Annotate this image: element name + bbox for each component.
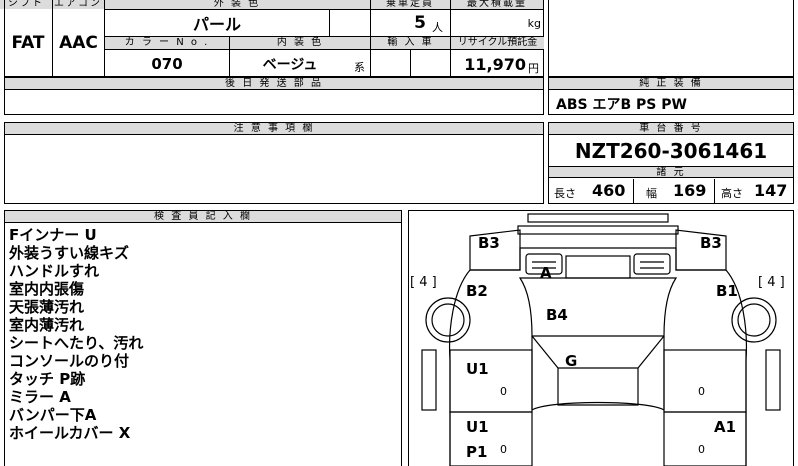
- tire-left-inner: [431, 303, 465, 337]
- shift-value: FAT: [11, 33, 45, 53]
- length-label: 長さ: [554, 187, 576, 200]
- recycle-header: リサイクル預託金: [451, 37, 544, 49]
- mark-b3-right: B3: [700, 234, 722, 252]
- interior-color-value: ベージュ: [262, 56, 318, 73]
- inspector-note: コンソールのり付: [9, 352, 130, 370]
- a-pillar: [531, 336, 665, 410]
- car-diagram-box: B3 B3 A B2 B1 B4 G U1 U1 A1 P1 [ 4 ] [ 4…: [408, 210, 794, 466]
- divider: [633, 179, 634, 203]
- mark-tire-left: [ 4 ]: [410, 275, 437, 290]
- mirror-left: [421, 349, 437, 411]
- divider: [714, 179, 715, 203]
- capacity-value: 5: [414, 13, 426, 33]
- recycle-value: 11,970: [464, 55, 526, 74]
- height-label: 高さ: [721, 187, 743, 200]
- inspector-notes: Fインナー U 外装うすい線キズ ハンドルすれ 室内内張傷 天張薄汚れ 室内薄汚…: [9, 226, 389, 442]
- tire-left: [425, 297, 471, 343]
- inspector-note: ホイールカバー X: [9, 424, 131, 442]
- mark-g: G: [565, 352, 577, 370]
- headlight-detail: [532, 261, 664, 269]
- mark-p1: P1: [466, 443, 487, 461]
- mark-zero: 0: [698, 385, 705, 398]
- mark-zero: 0: [698, 443, 705, 456]
- specs-header: 諸 元: [549, 166, 793, 178]
- inspector-note: 室内内張傷: [9, 280, 85, 298]
- aircon-value: AAC: [59, 33, 98, 53]
- mark-b4: B4: [546, 306, 568, 324]
- capacity-unit: 人: [432, 21, 443, 34]
- mark-b3-left: B3: [478, 234, 500, 252]
- windshield: [531, 335, 665, 369]
- headlight-right: [633, 253, 671, 275]
- mark-b2: B2: [466, 282, 488, 300]
- inspector-header: 検 査 員 記 入 欄: [5, 211, 401, 223]
- exterior-color-value: パール: [192, 15, 241, 34]
- bumper-strip: [517, 225, 679, 235]
- inspector-note: ハンドルすれ: [9, 262, 100, 280]
- max-load-unit: kg: [527, 17, 541, 30]
- interior-suffix: 系: [354, 61, 365, 74]
- mark-zero: 0: [500, 385, 507, 398]
- standard-equipment-header: 純 正 装 備: [549, 78, 793, 90]
- mark-zero: 0: [500, 443, 507, 456]
- later-parts-header: 後 日 発 送 部 品: [5, 78, 543, 90]
- roof: [557, 368, 639, 406]
- color-no-value: 070: [151, 54, 183, 73]
- inspector-note: 天張薄汚れ: [9, 298, 85, 316]
- divider: [410, 49, 411, 77]
- mark-tire-right: [ 4 ]: [758, 275, 785, 290]
- chassis-number: NZT260-3061461: [574, 139, 768, 163]
- mark-b1: B1: [716, 282, 738, 300]
- mark-u1-left-bottom: U1: [466, 418, 489, 436]
- blank-box: [548, 0, 794, 77]
- notes-header: 注 意 事 項 欄: [5, 123, 543, 135]
- inspector-note: シートへたり、汚れ: [9, 334, 144, 352]
- width-value: 169: [673, 181, 707, 200]
- inspector-note: 外装うすい線キズ: [9, 244, 130, 262]
- recycle-unit: 円: [528, 62, 539, 75]
- tire-right-inner: [737, 303, 771, 337]
- standard-equipment-value: ABS エアB PS PW: [556, 97, 687, 113]
- mirror-right: [765, 349, 781, 411]
- mark-a1: A1: [714, 418, 736, 436]
- color-no-header: カ ラ ー N o .: [105, 37, 229, 49]
- car-diagram: B3 B3 A B2 B1 B4 G U1 U1 A1 P1 [ 4 ] [ 4…: [410, 213, 785, 466]
- inspector-note: 室内薄汚れ: [9, 316, 85, 334]
- door-right-front: [663, 349, 747, 413]
- bumper-strip: [527, 213, 669, 223]
- roof-rear: [531, 401, 665, 411]
- inspector-note: バンパー下A: [9, 406, 97, 424]
- mark-u1-left-top: U1: [466, 360, 489, 378]
- hood: [518, 277, 678, 337]
- import-header: 輸 入 車: [371, 37, 450, 49]
- inspector-note: タッチ P跡: [9, 370, 86, 388]
- divider: [329, 9, 330, 36]
- inspector-note: Fインナー U: [9, 226, 97, 244]
- hood-line: [470, 247, 726, 271]
- door-left-rear: [449, 411, 533, 466]
- height-value: 147: [754, 181, 788, 200]
- door-left-front: [449, 349, 533, 413]
- inspector-note: ミラー A: [9, 388, 71, 406]
- width-label: 幅: [646, 187, 657, 200]
- length-value: 460: [592, 181, 626, 200]
- chassis-header: 車 台 番 号: [549, 123, 793, 135]
- grille: [565, 255, 631, 279]
- mark-a: A: [540, 264, 552, 282]
- interior-color-header: 内 装 色: [230, 37, 370, 49]
